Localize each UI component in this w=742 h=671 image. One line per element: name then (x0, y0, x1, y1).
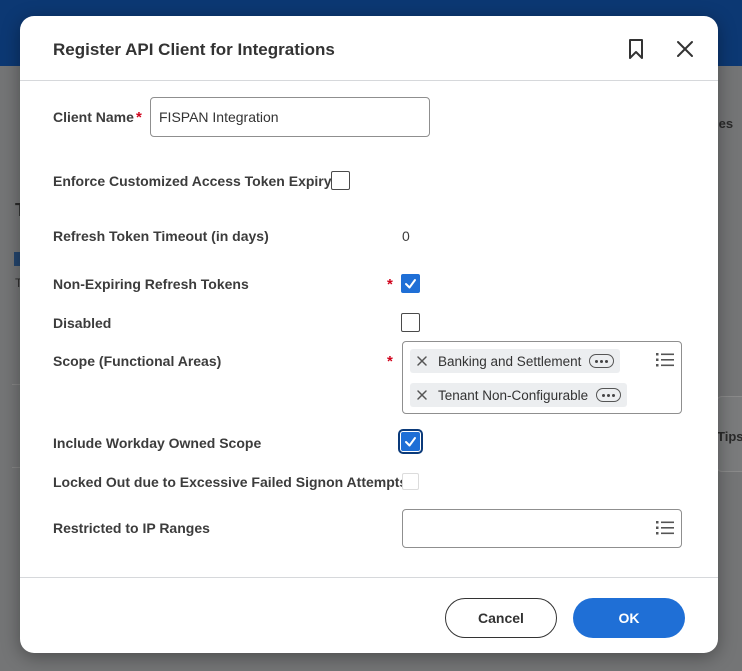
scope-pill: Banking and Settlement (410, 349, 621, 373)
ip-ranges-input[interactable] (402, 509, 682, 548)
refresh-timeout-label: Refresh Token Timeout (in days) (53, 228, 269, 244)
remove-icon[interactable] (416, 355, 428, 367)
more-options-icon[interactable] (589, 354, 615, 368)
required-marker: * (136, 109, 142, 126)
non-expiring-label: Non-Expiring Refresh Tokens (53, 276, 249, 292)
background-fragment: Tips (717, 429, 742, 444)
more-options-icon[interactable] (596, 388, 622, 402)
close-icon[interactable] (674, 38, 696, 60)
enforce-expiry-label: Enforce Customized Access Token Expiry (53, 173, 332, 189)
required-marker: * (387, 353, 393, 370)
locked-out-label: Locked Out due to Excessive Failed Signo… (53, 474, 408, 490)
list-prompt-icon[interactable] (656, 521, 674, 535)
background-card: Tips (716, 396, 742, 472)
scope-pill-label: Tenant Non-Configurable (438, 387, 589, 403)
disabled-label: Disabled (53, 315, 112, 331)
client-name-input[interactable] (150, 97, 430, 137)
refresh-timeout-value: 0 (402, 228, 410, 244)
bookmark-icon[interactable] (625, 38, 647, 60)
dialog-title: Register API Client for Integrations (53, 40, 335, 59)
remove-icon[interactable] (416, 389, 428, 401)
disabled-checkbox[interactable] (401, 313, 420, 332)
dialog-header: Register API Client for Integrations (20, 16, 718, 81)
required-marker: * (387, 276, 393, 293)
locked-out-checkbox (402, 473, 419, 490)
checkmark-icon (405, 437, 416, 447)
scope-multiselect[interactable]: Banking and Settlement Tenant Non-Config… (402, 341, 682, 414)
checkmark-icon (405, 279, 416, 289)
non-expiring-checkbox[interactable] (401, 274, 420, 293)
ok-button[interactable]: OK (573, 598, 685, 638)
client-name-label: Client Name (53, 109, 134, 125)
enforce-expiry-checkbox[interactable] (331, 171, 350, 190)
ip-ranges-label: Restricted to IP Ranges (53, 520, 210, 536)
dialog-footer: Cancel OK (20, 577, 718, 653)
scope-label: Scope (Functional Areas) (53, 353, 222, 369)
include-owned-scope-label: Include Workday Owned Scope (53, 435, 262, 451)
register-api-client-dialog: Register API Client for Integrations Cli… (20, 16, 718, 653)
scope-pill: Tenant Non-Configurable (410, 383, 628, 407)
include-owned-scope-checkbox[interactable] (398, 429, 423, 454)
list-prompt-icon[interactable] (656, 353, 674, 367)
scope-pill-label: Banking and Settlement (438, 353, 582, 369)
cancel-button[interactable]: Cancel (445, 598, 557, 638)
